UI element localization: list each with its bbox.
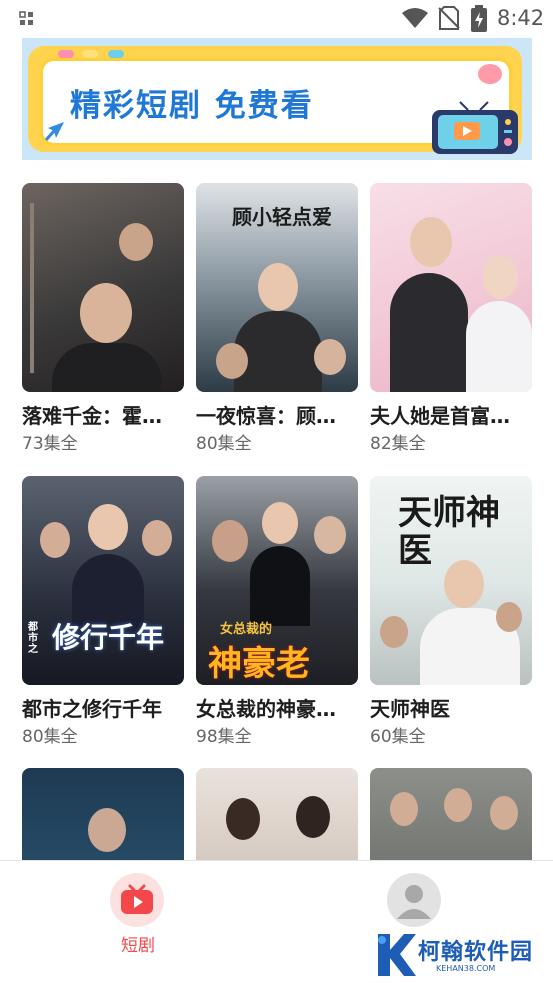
drama-poster[interactable]: 顾小轻点爱 — [196, 183, 358, 392]
drama-card[interactable]: 落难千金：霍… 73集全 — [22, 183, 184, 454]
drama-card[interactable]: 夫人她是首富… 82集全 — [370, 183, 532, 454]
episode-count: 60集全 — [370, 727, 426, 747]
poster-subtitle: 女总裁的 — [220, 622, 273, 637]
drama-poster[interactable] — [22, 183, 184, 392]
tab-icon-bg — [110, 873, 164, 927]
tv-icon — [432, 101, 518, 154]
drama-card[interactable]: 天师神医 天师神医 60集全 — [370, 476, 532, 747]
banner-dot — [82, 50, 98, 58]
drama-card[interactable]: 女总裁的 神豪老 女总裁的神豪… 98集全 — [196, 476, 358, 747]
app-grid-icon — [19, 11, 33, 25]
drama-card[interactable]: 修行千年 都市之 都市之修行千年 80集全 — [22, 476, 184, 747]
status-bar: 8:42 — [0, 0, 553, 38]
watermark-text: 柯翰软件园 — [418, 940, 534, 965]
drama-poster[interactable] — [370, 183, 532, 392]
episode-count: 98集全 — [196, 727, 252, 747]
banner-dot — [108, 50, 124, 58]
no-sim-icon — [438, 6, 460, 30]
tv-play-icon — [121, 884, 153, 914]
episode-count: 73集全 — [22, 434, 78, 454]
watermark: 柯翰软件园 KEHAN38.COM — [372, 930, 542, 980]
drama-title[interactable]: 落难千金：霍… — [22, 404, 184, 428]
banner-text: 精彩短剧 免费看 — [70, 88, 314, 124]
drama-title[interactable]: 天师神医 — [370, 697, 532, 721]
drama-title[interactable]: 都市之修行千年 — [22, 697, 184, 721]
banner-dot — [58, 50, 74, 58]
tab-icon-bg — [387, 873, 441, 927]
cursor-arrow-icon — [44, 122, 64, 141]
user-icon — [397, 885, 431, 919]
clock: 8:42 — [497, 6, 545, 30]
drama-title[interactable]: 夫人她是首富… — [370, 404, 532, 428]
episode-count: 82集全 — [370, 434, 426, 454]
promo-banner[interactable]: 精彩短剧 免费看 — [22, 38, 532, 160]
watermark-subtext: KEHAN38.COM — [436, 964, 496, 973]
battery-charging-icon — [471, 5, 487, 32]
watermark-logo-icon — [378, 934, 416, 976]
drama-poster[interactable]: 天师神医 — [370, 476, 532, 685]
tab-short-drama[interactable]: 短剧 — [110, 873, 166, 956]
poster-subtitle: 都市之 — [28, 622, 38, 655]
poster-title: 修行千年 — [52, 621, 165, 654]
wifi-icon — [402, 8, 428, 28]
drama-title[interactable]: 一夜惊喜：顾… — [196, 404, 358, 428]
poster-title: 神豪老 — [208, 644, 310, 684]
tab-label: 短剧 — [121, 936, 155, 956]
episode-count: 80集全 — [196, 434, 252, 454]
drama-poster[interactable]: 女总裁的 神豪老 — [196, 476, 358, 685]
drama-poster[interactable]: 修行千年 都市之 — [22, 476, 184, 685]
drama-card[interactable]: 顾小轻点爱 一夜惊喜：顾… 80集全 — [196, 183, 358, 454]
poster-title: 天师神医 — [398, 493, 500, 571]
balloon-icon — [478, 64, 502, 84]
episode-count: 80集全 — [22, 727, 78, 747]
poster-title: 顾小轻点爱 — [232, 205, 332, 229]
drama-title[interactable]: 女总裁的神豪… — [196, 697, 358, 721]
